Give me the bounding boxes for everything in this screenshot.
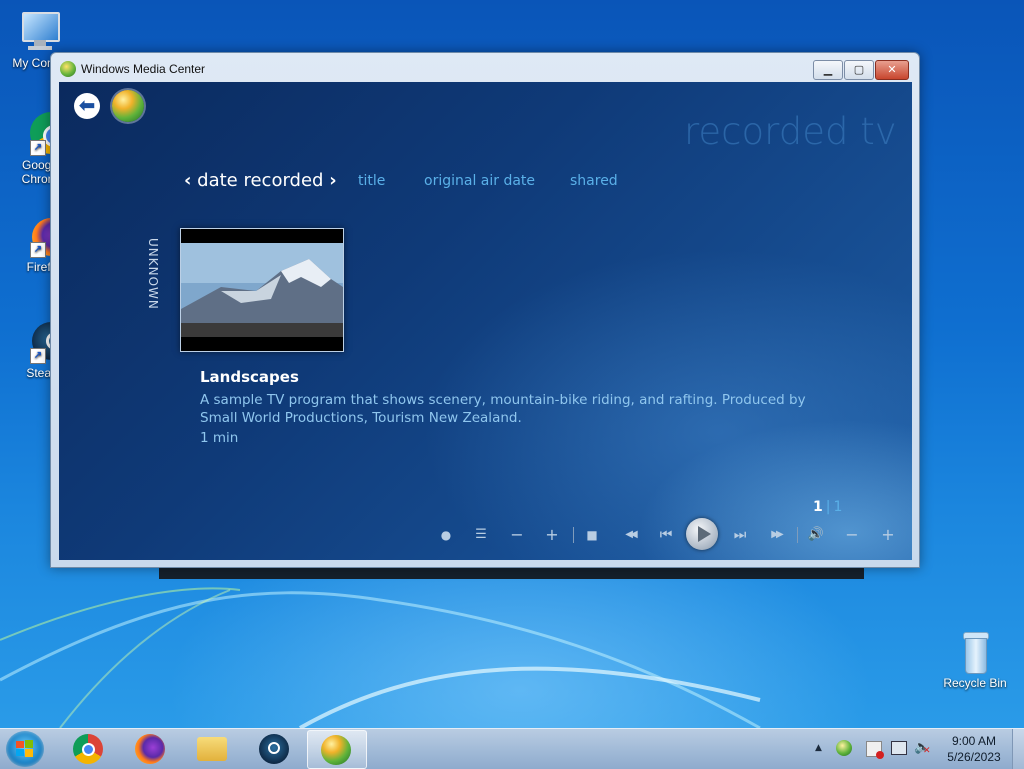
folder-icon xyxy=(197,737,227,761)
steam-icon xyxy=(259,734,289,764)
windows-flag-icon xyxy=(16,740,33,757)
media-center-app-icon xyxy=(60,61,76,77)
pager-total: 1 xyxy=(833,499,843,515)
desktop-icon-label: Recycle Bin xyxy=(943,676,1007,690)
program-name: Landscapes xyxy=(200,368,299,386)
volume-muted-icon[interactable]: 🔈 ✕ xyxy=(914,740,931,756)
taskbar: ▲ 🔈 ✕ 9:00 AM 5/26/2023 xyxy=(0,728,1024,769)
stop-button[interactable]: ■ xyxy=(581,523,603,547)
maximize-button[interactable]: ▢ xyxy=(844,60,874,80)
control-separator xyxy=(573,527,574,543)
chevron-left-icon[interactable]: ‹ xyxy=(184,170,191,191)
system-clock[interactable]: 9:00 AM 5/26/2023 xyxy=(936,733,1012,765)
media-center-window: Windows Media Center ▁ ▢ ✕ ⬅ recorded tv… xyxy=(50,52,920,568)
channel-up-button[interactable]: + xyxy=(541,523,563,547)
taskbar-steam[interactable] xyxy=(246,730,304,767)
back-button[interactable]: ⬅ xyxy=(74,93,100,119)
clock-date: 5/26/2023 xyxy=(947,750,1001,764)
volume-mute-button[interactable]: 🔊 xyxy=(804,523,828,547)
window-titlebar[interactable]: Windows Media Center ▁ ▢ ✕ xyxy=(51,53,919,83)
page-title: recorded tv xyxy=(684,110,897,153)
media-center-tray-icon[interactable] xyxy=(836,740,852,756)
sort-title[interactable]: title xyxy=(358,173,385,189)
skip-forward-button[interactable]: ⏭ xyxy=(729,523,751,547)
landscape-thumbnail-image xyxy=(181,229,343,351)
channel-down-button[interactable]: − xyxy=(506,523,528,547)
program-duration: 1 min xyxy=(200,430,239,446)
taskbar-file-explorer[interactable] xyxy=(184,730,242,767)
action-center-flag-icon[interactable] xyxy=(866,741,884,759)
group-label: UNKNOWN xyxy=(146,238,160,310)
media-center-icon xyxy=(321,735,351,765)
windows-logo-start-button[interactable] xyxy=(112,90,144,122)
volume-up-button[interactable]: + xyxy=(877,523,899,547)
sort-date-recorded[interactable]: ‹ date recorded › xyxy=(184,170,337,191)
taskbar-firefox[interactable] xyxy=(122,730,180,767)
record-button[interactable]: ● xyxy=(435,523,457,547)
media-center-content: ⬅ recorded tv ‹ date recorded › title or… xyxy=(59,82,912,560)
desktop-icon-recycle-bin[interactable]: Recycle Bin xyxy=(937,630,1013,690)
close-button[interactable]: ✕ xyxy=(875,60,909,80)
rewind-button[interactable]: ◀◀ xyxy=(615,523,645,547)
minimize-button[interactable]: ▁ xyxy=(813,60,843,80)
taskbar-windows-media-center[interactable] xyxy=(307,730,367,769)
taskbar-chrome[interactable] xyxy=(60,730,118,767)
guide-button[interactable]: ☰ xyxy=(470,523,492,547)
show-hidden-icons-button[interactable]: ▲ xyxy=(815,743,822,753)
sort-shared[interactable]: shared xyxy=(570,173,618,189)
network-icon[interactable] xyxy=(891,741,907,755)
program-description: A sample TV program that shows scenery, … xyxy=(200,392,806,426)
firefox-icon xyxy=(135,734,165,764)
sort-label: date recorded xyxy=(197,170,324,191)
pager-separator: | xyxy=(825,499,831,515)
skip-back-button[interactable]: ⏮ xyxy=(655,523,677,547)
sort-original-air-date[interactable]: original air date xyxy=(424,173,535,189)
chrome-icon xyxy=(73,734,103,764)
clock-time: 9:00 AM xyxy=(951,734,997,748)
chevron-right-icon[interactable]: › xyxy=(329,170,336,191)
program-thumbnail[interactable] xyxy=(180,228,344,352)
play-button[interactable] xyxy=(686,518,718,550)
recycle-bin-icon xyxy=(953,630,997,674)
computer-icon xyxy=(16,10,60,54)
pager: 1 | 1 xyxy=(813,499,842,515)
control-separator xyxy=(797,527,798,543)
fast-forward-button[interactable]: ▶▶ xyxy=(761,523,791,547)
volume-down-button[interactable]: − xyxy=(841,523,863,547)
show-desktop-button[interactable] xyxy=(1012,729,1024,769)
pager-current: 1 xyxy=(813,499,823,515)
window-title: Windows Media Center xyxy=(81,62,206,76)
start-button[interactable] xyxy=(6,731,44,767)
